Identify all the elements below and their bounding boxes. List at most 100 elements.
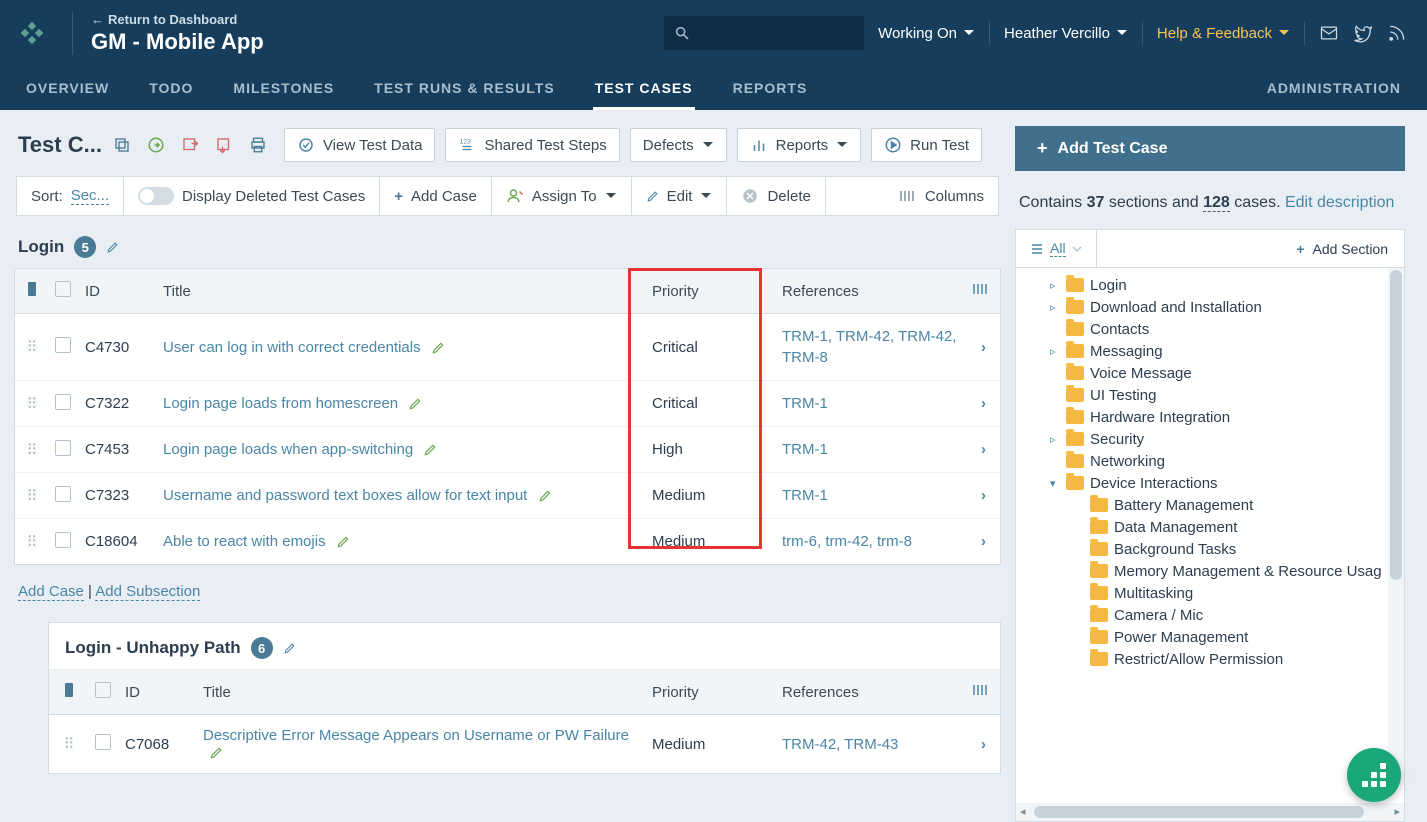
user-menu[interactable]: Heather Vercillo [1004,25,1128,42]
add-test-case-button[interactable]: + Add Test Case [1015,126,1405,171]
row-title-link[interactable]: Descriptive Error Message Appears on Use… [203,727,629,744]
search-input[interactable] [664,16,864,50]
row-references[interactable]: TRM-1 [776,473,966,518]
column-settings[interactable] [966,671,1000,713]
tree-item[interactable]: Hardware Integration [1016,406,1404,428]
edit-row-icon[interactable] [431,341,445,355]
tree-item[interactable]: Camera / Mic [1016,604,1404,626]
run-test-button[interactable]: Run Test [871,128,982,162]
display-deleted-toggle[interactable]: Display Deleted Test Cases [124,177,380,215]
shared-test-steps-button[interactable]: 123 Shared Test Steps [445,128,619,162]
twitter-icon[interactable] [1353,23,1373,43]
tree-item[interactable]: UI Testing [1016,384,1404,406]
tree-toggle-icon[interactable]: ▹ [1050,433,1060,446]
reports-dropdown[interactable]: Reports [737,128,862,162]
row-expand[interactable]: › [966,475,1000,516]
column-title[interactable]: Title [197,672,646,713]
nav-overview[interactable]: OVERVIEW [24,68,111,110]
mail-icon[interactable] [1319,23,1339,43]
tree-toggle-icon[interactable]: ▹ [1050,345,1060,358]
tree-item[interactable]: Background Tasks [1016,538,1404,560]
tree-toggle-icon[interactable]: ▹ [1050,301,1060,314]
row-expand[interactable]: › [966,327,1000,368]
row-references[interactable]: trm-6, trm-42, trm-8 [776,519,966,564]
row-checkbox[interactable] [49,382,79,426]
edit-subsection-icon[interactable] [283,642,296,655]
nav-administration[interactable]: ADMINISTRATION [1265,68,1403,110]
edit-row-icon[interactable] [336,535,350,549]
edit-row-icon[interactable] [538,489,552,503]
drag-handle[interactable]: ⠿ [49,723,89,765]
drag-handle[interactable]: ⠿ [15,475,49,517]
row-expand[interactable]: › [966,724,1000,765]
column-checkbox[interactable] [49,269,79,313]
add-subsection-link[interactable]: Add Subsection [95,583,200,601]
tree-all-filter[interactable]: All [1016,230,1097,267]
help-feedback-menu[interactable]: Help & Feedback [1157,25,1290,42]
column-checkbox[interactable] [89,670,119,714]
add-section-button[interactable]: + Add Section [1280,230,1404,267]
print-icon[interactable] [244,131,272,159]
column-title[interactable]: Title [157,271,646,312]
row-title-link[interactable]: Login page loads from homescreen [163,395,398,412]
row-expand[interactable]: › [966,521,1000,562]
tree-item[interactable]: Memory Management & Resource Usag [1016,560,1404,582]
column-id[interactable]: ID [119,672,197,713]
delete-button[interactable]: Delete [727,177,825,215]
sort-control[interactable]: Sort: Sec... [17,177,124,215]
toggle-switch[interactable] [138,187,174,205]
tree-item[interactable]: ▹ Download and Installation [1016,296,1404,318]
tree-item[interactable]: Restrict/Allow Permission [1016,648,1404,670]
tree-item[interactable]: Voice Message [1016,362,1404,384]
columns-button[interactable]: Columns [885,177,998,215]
table-row[interactable]: ⠿ C7322 Login page loads from homescreen… [15,381,1000,427]
drag-handle[interactable]: ⠿ [15,429,49,471]
tree-item[interactable]: Power Management [1016,626,1404,648]
drag-handle[interactable]: ⠿ [15,521,49,563]
horizontal-scrollbar[interactable]: ◂ ▸ [1016,803,1404,821]
row-checkbox[interactable] [49,325,79,369]
return-to-dashboard-link[interactable]: ← Return to Dashboard [91,12,264,27]
edit-description-link[interactable]: Edit description [1285,194,1394,211]
export-alt-icon[interactable] [210,131,238,159]
table-row[interactable]: ⠿ C4730 User can log in with correct cre… [15,314,1000,381]
row-title-link[interactable]: Login page loads when app-switching [163,441,413,458]
row-expand[interactable]: › [966,429,1000,470]
row-expand[interactable]: › [966,383,1000,424]
drag-handle[interactable]: ⠿ [15,383,49,425]
tree-item[interactable]: Multitasking [1016,582,1404,604]
tree-item[interactable]: Data Management [1016,516,1404,538]
row-references[interactable]: TRM-1 [776,427,966,472]
row-references[interactable]: TRM-1, TRM-42, TRM-42, TRM-8 [776,314,966,380]
column-priority[interactable]: Priority [646,672,776,713]
row-title-link[interactable]: Able to react with emojis [163,533,326,550]
tree-toggle-icon[interactable]: ▾ [1050,477,1060,490]
tree-item[interactable]: Battery Management [1016,494,1404,516]
row-checkbox[interactable] [49,474,79,518]
column-references[interactable]: References [776,672,966,713]
working-on-menu[interactable]: Working On [878,25,975,42]
column-references[interactable]: References [776,271,966,312]
edit-row-icon[interactable] [209,746,223,760]
vertical-scrollbar[interactable] [1388,268,1404,785]
tree-item[interactable]: Contacts [1016,318,1404,340]
edit-dropdown[interactable]: Edit [632,177,728,215]
tree-item[interactable]: Networking [1016,450,1404,472]
column-select-all[interactable] [49,670,89,714]
row-checkbox[interactable] [49,428,79,472]
add-case-button[interactable]: + Add Case [380,177,492,215]
row-references[interactable]: TRM-1 [776,381,966,426]
column-settings[interactable] [966,270,1000,312]
table-row[interactable]: ⠿ C7068 Descriptive Error Message Appear… [49,715,1000,773]
import-icon[interactable] [142,131,170,159]
column-id[interactable]: ID [79,271,157,312]
nav-test-runs[interactable]: TEST RUNS & RESULTS [372,68,557,110]
nav-milestones[interactable]: MILESTONES [231,68,336,110]
row-title-link[interactable]: Username and password text boxes allow f… [163,487,527,504]
row-references[interactable]: TRM-42, TRM-43 [776,722,966,767]
row-title-link[interactable]: User can log in with correct credentials [163,339,421,356]
view-test-data-button[interactable]: View Test Data [284,128,436,162]
tree-item[interactable]: ▾ Device Interactions [1016,472,1404,494]
tree-item[interactable]: ▹ Login [1016,274,1404,296]
nav-test-cases[interactable]: TEST CASES [593,68,695,110]
